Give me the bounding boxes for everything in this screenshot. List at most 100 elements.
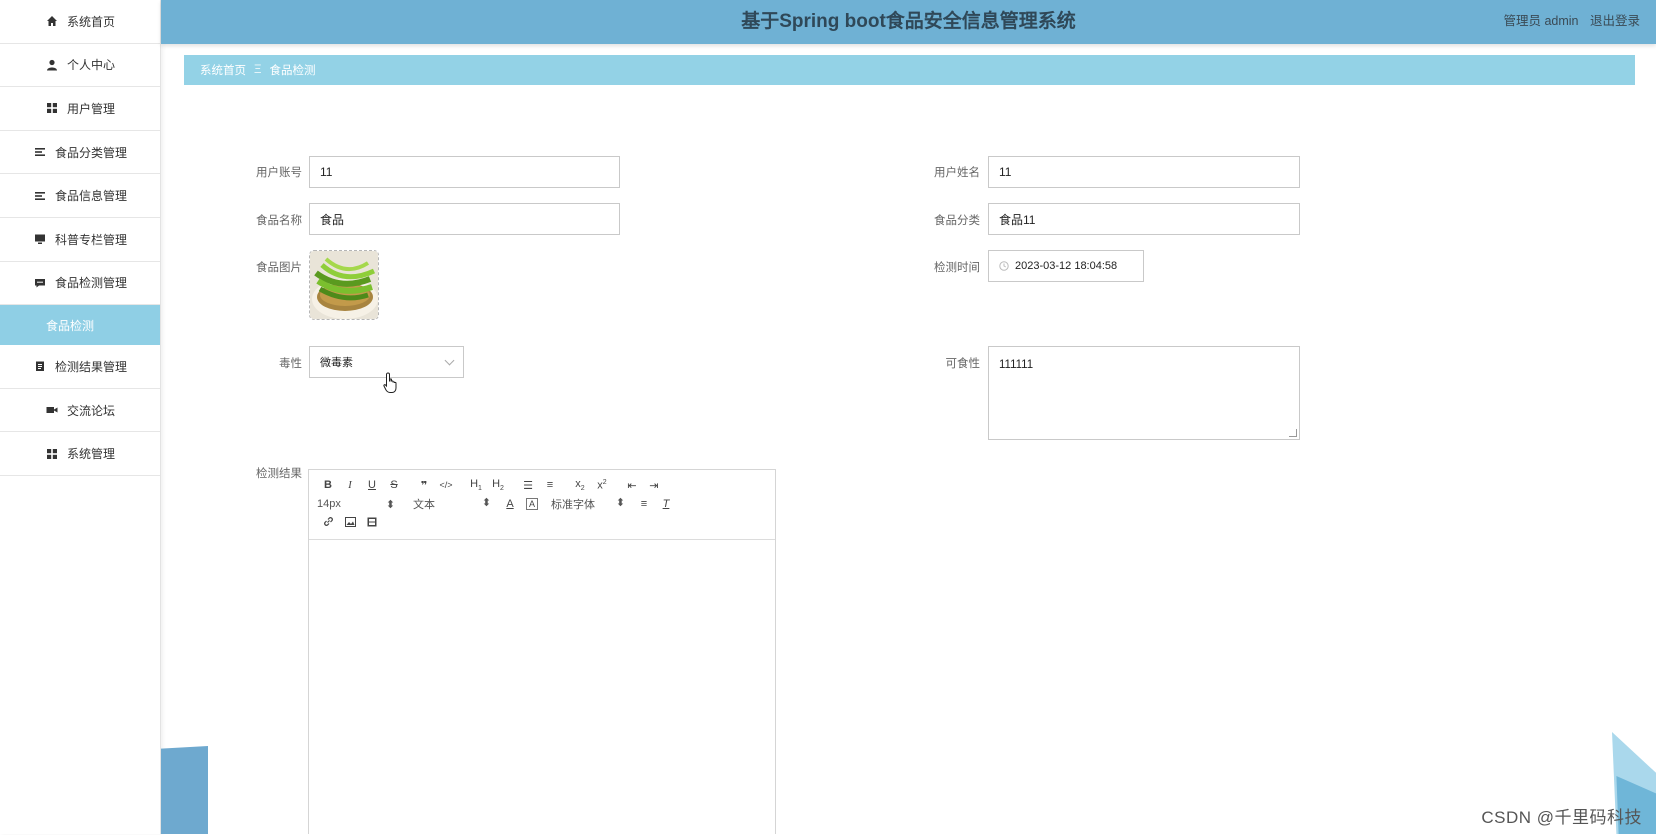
outdent-icon[interactable]: ⇤ — [621, 479, 643, 492]
sidebar-item-food-category[interactable]: 食品分类管理 — [0, 131, 160, 175]
edible-label: 可食性 — [945, 358, 981, 370]
font-color-icon[interactable]: A — [499, 498, 521, 510]
video-icon — [45, 403, 59, 417]
result-label: 检测结果 — [256, 468, 302, 480]
sidebar-item-home[interactable]: 系统首页 — [0, 0, 160, 44]
logout-link[interactable]: 退出登录 — [1590, 14, 1640, 28]
editor-toolbar: B I U S ❞ </> H1 H2 ☰ ≡ x2 x2 ⇤ ⇥ 14px ⬍ — [309, 470, 775, 540]
breadcrumb-home[interactable]: 系统首页 — [200, 62, 246, 78]
heading2-icon[interactable]: H2 — [487, 478, 509, 492]
home-icon — [45, 14, 59, 28]
food-name-input[interactable]: 食品 — [309, 203, 620, 235]
font-family-value: 标准字体 — [551, 499, 595, 511]
toxicity-label: 毒性 — [279, 358, 302, 370]
clear-format-icon[interactable]: T — [655, 498, 677, 510]
sidebar-item-label: 交流论坛 — [66, 403, 115, 418]
grid-icon — [45, 101, 59, 115]
background-color-icon[interactable]: A — [526, 498, 538, 510]
sidebar-item-label: 科普专栏管理 — [54, 232, 127, 247]
image-icon[interactable] — [339, 516, 361, 530]
watermark: CSDN @千里码科技 — [1481, 808, 1642, 827]
underline-icon[interactable]: U — [361, 479, 383, 491]
resize-handle[interactable] — [1289, 429, 1297, 437]
sidebar-item-label: 个人中心 — [66, 58, 115, 73]
mouse-cursor-icon — [383, 372, 399, 399]
sidebar-item-label: 食品分类管理 — [54, 145, 127, 160]
sidebar-item-profile[interactable]: 个人中心 — [0, 44, 160, 88]
sidebar-item-label: 食品检测管理 — [54, 276, 127, 291]
font-family-select[interactable]: 标准字体 ⬍ — [551, 496, 625, 512]
category-value: 食品11 — [999, 212, 1036, 227]
sidebar-subitem-food-detection[interactable]: 食品检测 — [0, 305, 160, 346]
sidebar-item-label: 系统管理 — [66, 447, 115, 462]
superscript-icon[interactable]: x2 — [591, 479, 613, 492]
food-name-label: 食品名称 — [256, 215, 302, 227]
food-image-upload[interactable] — [309, 250, 379, 320]
editor-content-area[interactable] — [309, 540, 775, 835]
grid-icon — [45, 447, 59, 461]
italic-icon[interactable]: I — [339, 479, 361, 491]
list-icon — [33, 189, 47, 203]
header-select[interactable]: 文本 ⬍ — [413, 496, 491, 512]
select-arrows-icon: ⬍ — [615, 497, 625, 509]
font-size-select[interactable]: 14px ⬍ — [317, 498, 395, 511]
sidebar-item-food-info[interactable]: 食品信息管理 — [0, 174, 160, 218]
blockquote-icon[interactable]: ❞ — [413, 479, 435, 492]
image-label: 食品图片 — [256, 262, 302, 274]
bold-icon[interactable]: B — [317, 479, 339, 491]
list-icon — [33, 145, 47, 159]
time-value: 2023-03-12 18:04:58 — [1015, 260, 1118, 272]
select-arrows-icon: ⬍ — [481, 497, 491, 509]
link-icon[interactable] — [317, 516, 339, 530]
app-title: 基于Spring boot食品安全信息管理系统 — [741, 11, 1076, 32]
sidebar-item-results[interactable]: 检测结果管理 — [0, 345, 160, 389]
time-label: 检测时间 — [934, 262, 980, 274]
bullet-list-icon[interactable]: ≡ — [539, 479, 561, 491]
font-size-value: 14px — [317, 497, 341, 510]
sidebar-item-food-detection[interactable]: 食品检测管理 — [0, 262, 160, 306]
account-input[interactable]: 11 — [309, 156, 620, 188]
code-icon[interactable]: </> — [435, 480, 457, 490]
username-input[interactable]: 11 — [988, 156, 1300, 188]
strike-icon[interactable]: S — [383, 479, 405, 491]
category-input[interactable]: 食品11 — [988, 203, 1300, 235]
person-icon — [45, 58, 59, 72]
edible-value: 111111 — [999, 359, 1034, 371]
sidebar-item-forum[interactable]: 交流论坛 — [0, 389, 160, 433]
category-label: 食品分类 — [934, 215, 980, 227]
username-value: 11 — [999, 165, 1012, 179]
select-arrows-icon: ⬍ — [385, 498, 395, 511]
sidebar-item-label: 检测结果管理 — [54, 359, 127, 374]
clipboard-icon — [33, 359, 47, 373]
breadcrumb: 系统首页 Ξ 食品检测 — [184, 55, 1635, 85]
sidebar-item-label: 用户管理 — [66, 101, 115, 116]
edible-textarea[interactable]: 111111 — [988, 346, 1300, 440]
sidebar-item-system[interactable]: 系统管理 — [0, 432, 160, 476]
time-picker[interactable]: 2023-03-12 18:04:58 — [988, 250, 1144, 282]
ordered-list-icon[interactable]: ☰ — [517, 479, 539, 492]
indent-icon[interactable]: ⇥ — [643, 479, 665, 492]
sidebar-subitem-label: 食品检测 — [45, 318, 94, 333]
clock-icon — [999, 261, 1009, 271]
toxicity-value: 微毒素 — [320, 357, 353, 369]
header-value: 文本 — [413, 499, 435, 511]
breadcrumb-separator: Ξ — [254, 64, 262, 76]
top-header: 基于Spring boot食品安全信息管理系统 管理员 admin 退出登录 — [161, 0, 1656, 44]
food-image — [310, 251, 378, 319]
sidebar-item-science[interactable]: 科普专栏管理 — [0, 218, 160, 262]
food-name-value: 食品 — [320, 212, 345, 227]
subscript-icon[interactable]: x2 — [569, 478, 591, 492]
decoration-shape-left — [161, 746, 208, 834]
sidebar: 系统首页 个人中心 用户管理 食品分类管理 食品信息管理 科普专栏管理 食品检测… — [0, 0, 161, 834]
breadcrumb-current: 食品检测 — [269, 65, 316, 77]
account-label: 用户账号 — [256, 167, 302, 179]
chevron-down-icon — [444, 355, 455, 366]
sidebar-item-label: 系统首页 — [66, 14, 115, 29]
sidebar-item-users[interactable]: 用户管理 — [0, 87, 160, 131]
align-icon[interactable]: ≡ — [633, 498, 655, 510]
user-area: 管理员 admin 退出登录 — [1495, 0, 1640, 42]
heading1-icon[interactable]: H1 — [465, 478, 487, 492]
username-label: 用户姓名 — [934, 167, 980, 179]
current-user: 管理员 admin — [1503, 14, 1579, 28]
video-icon[interactable] — [361, 517, 383, 530]
